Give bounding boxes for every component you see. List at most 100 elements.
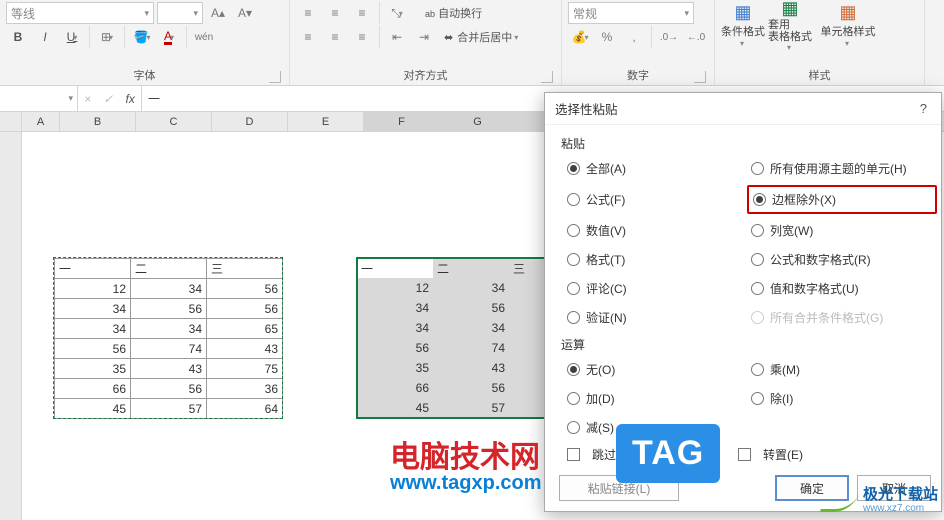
align-left-button[interactable]: ≡ <box>296 26 320 48</box>
col-header-f[interactable]: F <box>364 112 440 131</box>
paste-options: 全部(A) 所有使用源主题的单元(H) 公式(F) 边框除外(X) 数值(V) … <box>561 160 927 326</box>
ab-icon: ab <box>425 9 435 19</box>
wrap-text-label: ab 自动换行 <box>425 5 482 21</box>
italic-button[interactable]: I <box>33 26 57 48</box>
dialog-help-button[interactable]: ? <box>916 101 931 116</box>
conditional-format-button[interactable]: ▦ 条件格式 ▾ <box>721 2 765 48</box>
comma-style-button[interactable]: , <box>622 26 646 48</box>
table-row: 345656 <box>55 299 283 319</box>
percent-button[interactable]: % <box>595 26 619 48</box>
opt-divide[interactable]: 除(I) <box>751 390 927 407</box>
select-all-button[interactable] <box>0 112 22 132</box>
number-format-combo[interactable]: 常规 ▾ <box>568 2 694 24</box>
fill-color-button[interactable]: 🪣▾ <box>130 26 154 48</box>
enter-formula-button[interactable]: ✓ <box>103 92 113 106</box>
table-row: 343465 <box>55 319 283 339</box>
orientation-button[interactable]: ⤡▾ <box>385 2 409 24</box>
col-header-g[interactable]: G <box>440 112 516 131</box>
col-header-e[interactable]: E <box>288 112 364 131</box>
dialog-launcher-icon[interactable] <box>541 71 553 83</box>
table-row: 567443 <box>55 339 283 359</box>
font-size-combo[interactable]: ▾ <box>157 2 203 24</box>
increase-font-size-button[interactable]: A▴ <box>206 2 230 24</box>
opt-all[interactable]: 全部(A) <box>567 160 743 177</box>
opt-all-merging-cond: 所有合并条件格式(G) <box>751 309 927 326</box>
chevron-down-icon: ▾ <box>193 8 198 19</box>
cell-style-icon: ▦ <box>834 2 862 23</box>
brand-watermark: 极光下载站 www.xz7.com <box>823 488 938 516</box>
opt-multiply[interactable]: 乘(M) <box>751 361 927 378</box>
opt-col-width[interactable]: 列宽(W) <box>751 222 927 239</box>
chk-transpose[interactable]: 转置(E) <box>738 446 803 463</box>
col-header-c[interactable]: C <box>136 112 212 131</box>
merge-icon: ⬌ <box>444 31 453 44</box>
ribbon-group-font: 等线 ▾ ▾ A▴ A▾ B I U▾ ⊞▾ 🪣▾ A▾ wén <box>0 0 290 85</box>
opt-formats[interactable]: 格式(T) <box>567 251 743 268</box>
opt-none[interactable]: 无(O) <box>567 361 743 378</box>
decrease-decimal-button[interactable]: ←.0 <box>684 26 708 48</box>
ribbon-group-number-label: 数字 <box>627 70 649 82</box>
dialog-launcher-icon[interactable] <box>269 71 281 83</box>
watermark-red: 电脑技术网 <box>390 432 540 476</box>
ribbon-group-styles: ▦ 条件格式 ▾ ▦ 套用 表格格式 ▾ ▦ 单元格样式 ▾ 样式 <box>715 0 925 85</box>
font-family-value: 等线 <box>11 5 35 22</box>
opt-source-theme[interactable]: 所有使用源主题的单元(H) <box>751 160 927 177</box>
align-bottom-button[interactable]: ≡ <box>350 2 374 24</box>
bold-button[interactable]: B <box>6 26 30 48</box>
cell-style-button[interactable]: ▦ 单元格样式 ▾ <box>815 2 881 48</box>
merge-center-button[interactable]: ⬌ 合并后居中 ▾ <box>444 29 518 45</box>
ribbon-group-align-label: 对齐方式 <box>404 70 448 82</box>
align-right-button[interactable]: ≡ <box>350 26 374 48</box>
tag-badge: TAG <box>616 424 720 483</box>
opt-add[interactable]: 加(D) <box>567 390 743 407</box>
border-button[interactable]: ⊞▾ <box>95 26 119 48</box>
ribbon: 等线 ▾ ▾ A▴ A▾ B I U▾ ⊞▾ 🪣▾ A▾ wén <box>0 0 944 86</box>
font-color-button[interactable]: A▾ <box>157 26 181 48</box>
table-format-button[interactable]: ▦ 套用 表格格式 ▾ <box>768 2 812 48</box>
radio-icon <box>753 193 766 206</box>
radio-icon <box>567 392 580 405</box>
decrease-indent-button[interactable]: ⇤ <box>385 26 409 48</box>
row-headers[interactable] <box>0 112 22 520</box>
col-header-b[interactable]: B <box>60 112 136 131</box>
dialog-launcher-icon[interactable] <box>694 71 706 83</box>
radio-icon <box>567 193 580 206</box>
increase-decimal-button[interactable]: .0→ <box>657 26 681 48</box>
opt-formulas[interactable]: 公式(F) <box>567 189 743 210</box>
checkbox-icon <box>738 448 751 461</box>
table-row: 354375 <box>55 359 283 379</box>
radio-icon <box>567 253 580 266</box>
cell-style-label: 单元格样式 <box>821 23 876 39</box>
brand-url: www.xz7.com <box>863 502 938 516</box>
paste-group-label: 粘贴 <box>561 135 927 152</box>
align-top-button[interactable]: ≡ <box>296 2 320 24</box>
align-middle-button[interactable]: ≡ <box>323 2 347 24</box>
phonetic-button[interactable]: wén <box>192 26 216 48</box>
currency-button[interactable]: 💰▾ <box>568 26 592 48</box>
opt-value-num-fmt[interactable]: 值和数字格式(U) <box>751 280 927 297</box>
opt-formula-num-fmt[interactable]: 公式和数字格式(R) <box>751 251 927 268</box>
ribbon-group-styles-label: 样式 <box>809 70 831 82</box>
ribbon-group-number: 常规 ▾ 💰▾ % , .0→ ←.0 数字 <box>562 0 715 85</box>
brand-swoosh-icon <box>820 492 860 512</box>
table-row: 665636 <box>55 379 283 399</box>
opt-borders-except[interactable]: 边框除外(X) <box>753 191 925 208</box>
increase-indent-button[interactable]: ⇥ <box>412 26 436 48</box>
col-header-a[interactable]: A <box>22 112 60 131</box>
chevron-down-icon: ▾ <box>144 8 149 19</box>
font-family-combo[interactable]: 等线 ▾ <box>6 2 154 24</box>
opt-validation[interactable]: 验证(N) <box>567 309 743 326</box>
brand-name: 极光下载站 <box>863 488 938 502</box>
opt-values[interactable]: 数值(V) <box>567 222 743 239</box>
dialog-title: 选择性粘贴 <box>555 99 618 118</box>
dialog-titlebar[interactable]: 选择性粘贴 ? <box>545 93 941 125</box>
col-header-d[interactable]: D <box>212 112 288 131</box>
underline-button[interactable]: U▾ <box>60 26 84 48</box>
align-center-button[interactable]: ≡ <box>323 26 347 48</box>
cancel-formula-button[interactable]: × <box>84 92 91 106</box>
name-box[interactable]: ▾ <box>0 86 78 111</box>
watermark-blue: www.tagxp.com <box>390 472 542 495</box>
fx-button[interactable]: fx <box>126 92 135 106</box>
decrease-font-size-button[interactable]: A▾ <box>233 2 257 24</box>
opt-comments[interactable]: 评论(C) <box>567 280 743 297</box>
